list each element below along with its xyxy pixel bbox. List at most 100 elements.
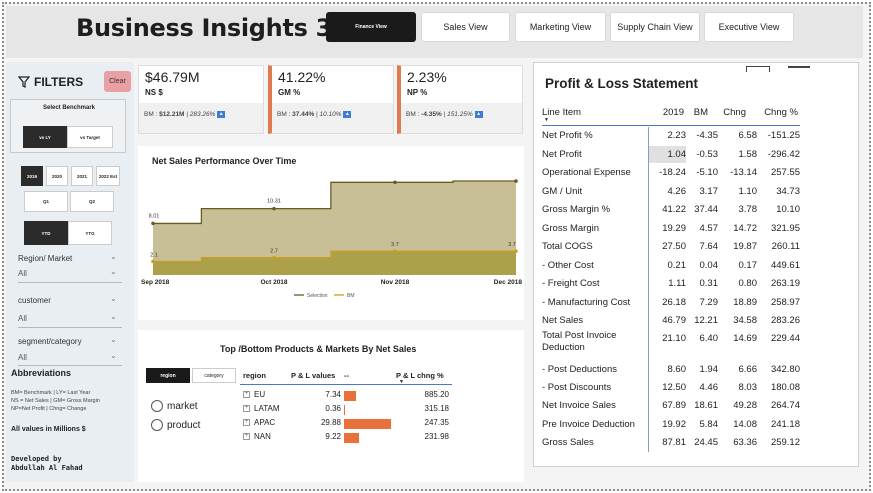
pnl-bm-value: 6.40 <box>699 333 719 344</box>
chevron-down-icon[interactable]: ⌄ <box>110 294 117 303</box>
pnl-row[interactable]: Operational Expense -18.24 -5.10 -13.14 257.… <box>542 165 832 183</box>
ytg-button[interactable]: YTG <box>68 221 112 245</box>
pl-value-cell: 29.88 <box>320 418 341 427</box>
nav-sales-view[interactable]: Sales View <box>421 12 510 42</box>
pnl-year-value: 12.50 <box>662 382 686 393</box>
expand-plus-icon[interactable]: + <box>243 405 250 413</box>
col-header-year[interactable]: 2019 <box>650 107 684 118</box>
year-2019-button[interactable]: 2019 <box>21 166 43 186</box>
x-tick-label: Dec 2018 <box>494 279 523 286</box>
quarter-q1-button[interactable]: Q1 <box>24 191 68 212</box>
pnl-line-item: Total COGS <box>542 241 593 252</box>
pnl-chng-value: 19.87 <box>733 241 757 252</box>
col-header-chng-pct[interactable]: Chng % <box>756 107 798 118</box>
region-cell[interactable]: + APAC <box>243 418 275 427</box>
chevron-down-icon[interactable]: ⌄ <box>110 252 117 261</box>
pl-value-cell: 0.36 <box>325 404 341 413</box>
year-2021-button[interactable]: 2021 <box>71 166 93 186</box>
focus-mode-icon[interactable] <box>746 66 770 72</box>
region-toggle[interactable]: region <box>146 368 190 383</box>
chevron-down-icon[interactable]: ⌄ <box>110 312 117 321</box>
table-row[interactable]: + APAC 29.88 247.35 <box>243 418 453 431</box>
region-cell[interactable]: + LATAM <box>243 404 279 413</box>
customer-dropdown[interactable]: All <box>18 314 27 323</box>
pnl-row[interactable]: Total Post Invoice Deduction 21.10 6.40 14.… <box>542 330 832 353</box>
year-2020-button[interactable]: 2020 <box>46 166 68 186</box>
pnl-row[interactable]: Total COGS 27.50 7.64 19.87 260.11 <box>542 239 832 257</box>
sort-desc-icon[interactable]: ▼ <box>544 117 549 123</box>
chevron-down-icon[interactable]: ⌄ <box>110 335 117 344</box>
radio-circle-icon[interactable] <box>151 400 163 412</box>
benchmark-title: Select Benchmark <box>42 105 96 111</box>
col-header-chng[interactable]: Chng <box>714 107 746 118</box>
pnl-row[interactable]: Gross Sales 87.81 24.45 63.36 259.12 <box>542 435 832 453</box>
pnl-row[interactable]: - Manufacturing Cost 26.18 7.29 18.89 258.97 <box>542 295 832 313</box>
region-cell[interactable]: + EU <box>243 390 265 399</box>
pnl-row[interactable]: - Post Discounts 12.50 4.46 8.03 180.08 <box>542 380 832 398</box>
filters-title: FILTERS <box>34 75 84 89</box>
data-point <box>514 249 518 253</box>
pnl-row[interactable]: Gross Margin 19.29 4.57 14.72 321.95 <box>542 221 832 239</box>
pnl-bm-value: 0.04 <box>699 260 719 271</box>
pnl-row[interactable]: Net Profit % 2.23 -4.35 6.58 -151.25 <box>542 128 832 146</box>
pnl-year-value: 67.89 <box>662 400 686 411</box>
nav-executive-view[interactable]: Executive View <box>704 12 794 42</box>
pnl-line-item: - Post Discounts <box>542 382 612 393</box>
legend-label: BM <box>347 293 355 299</box>
pnl-header-underline <box>542 125 800 126</box>
kpi-label: NS $ <box>145 88 163 97</box>
vs-ly-toggle[interactable]: vs LY <box>23 126 67 148</box>
more-options-icon[interactable] <box>788 66 810 68</box>
col-header-bm[interactable]: BM <box>686 107 708 118</box>
chevron-down-icon[interactable]: ⌄ <box>110 267 117 276</box>
pnl-year-value: 41.22 <box>662 204 686 215</box>
expand-plus-icon[interactable]: + <box>243 419 250 427</box>
kpi-value: 2.23% <box>407 69 447 85</box>
table-row[interactable]: + NAN 9.22 231.98 <box>243 432 453 445</box>
table-row[interactable]: + LATAM 0.36 315.18 <box>243 404 453 417</box>
header-underline <box>240 384 452 385</box>
year-2022-est-button[interactable]: 2022 Est <box>96 166 120 186</box>
table-row[interactable]: + EU 7.34 885.20 <box>243 390 453 403</box>
pnl-row[interactable]: Net Sales 46.79 12.21 34.58 283.26 <box>542 313 832 331</box>
nav-marketing-view[interactable]: Marketing View <box>515 12 606 42</box>
expand-plus-icon[interactable]: + <box>243 391 250 399</box>
segment-category-dropdown[interactable]: All <box>18 353 27 362</box>
pnl-row[interactable]: - Other Cost 0.21 0.04 0.17 449.61 <box>542 258 832 276</box>
pnl-row[interactable]: - Post Deductions 8.60 1.94 6.66 342.80 <box>542 362 832 380</box>
col-header-region[interactable]: region <box>243 371 266 380</box>
pnl-chng-value: 63.36 <box>733 437 757 448</box>
expand-plus-icon[interactable]: + <box>243 433 250 441</box>
pnl-chng-pct-value: -296.42 <box>767 149 800 160</box>
pnl-row[interactable]: Net Invoice Sales 67.89 18.61 49.28 264.74 <box>542 398 832 416</box>
col-header-pl-values[interactable]: P & L values <box>291 371 335 380</box>
radio-market[interactable]: market <box>151 400 198 412</box>
nav-finance-view[interactable]: Finance View <box>326 12 416 42</box>
bm-label: BM : <box>277 111 293 119</box>
radio-circle-icon[interactable] <box>151 419 163 431</box>
pnl-chng-pct-value: 10.10 <box>776 204 800 215</box>
radio-product[interactable]: product <box>151 419 200 431</box>
pnl-bm-value: 4.46 <box>699 382 719 393</box>
region-market-dropdown[interactable]: All <box>18 269 27 278</box>
ytd-button[interactable]: YTD <box>24 221 68 245</box>
pnl-bm-value: 12.21 <box>694 315 718 326</box>
pnl-bm-value: 18.61 <box>694 400 718 411</box>
vs-target-toggle[interactable]: vs Target <box>67 126 113 148</box>
pnl-row[interactable]: GM / Unit 4.26 3.17 1.10 34.73 <box>542 184 832 202</box>
clear-filters-button[interactable]: Clear <box>104 71 131 92</box>
col-header-bar[interactable]: -- <box>344 371 349 380</box>
nav-supply-chain-view[interactable]: Supply Chain View <box>610 12 700 42</box>
pnl-row[interactable]: Pre Invoice Deduction 19.92 5.84 14.08 241.1… <box>542 417 832 435</box>
data-point <box>151 259 155 264</box>
chevron-down-icon[interactable]: ⌄ <box>110 351 117 360</box>
pnl-row[interactable]: - Freight Cost 1.11 0.31 0.80 263.19 <box>542 276 832 294</box>
region-cell[interactable]: + NAN <box>243 432 271 441</box>
pnl-row[interactable]: Gross Margin % 41.22 37.44 3.78 10.10 <box>542 202 832 220</box>
pnl-chng-value: 14.69 <box>733 333 757 344</box>
category-toggle[interactable]: category <box>192 368 236 383</box>
quarter-q2-button[interactable]: Q2 <box>70 191 114 212</box>
pnl-bm-value: -5.10 <box>696 167 718 178</box>
pnl-chng-value: 1.58 <box>738 149 758 160</box>
pnl-row[interactable]: Net Profit 1.04 -0.53 1.58 -296.42 <box>542 147 832 165</box>
